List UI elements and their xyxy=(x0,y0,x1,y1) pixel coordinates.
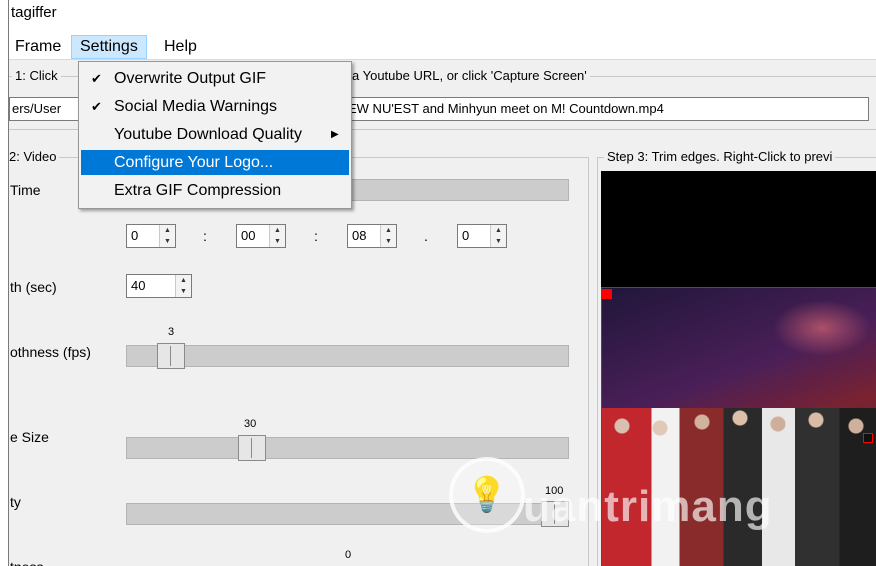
spin-arrows-icon[interactable]: ▲ ▼ xyxy=(380,225,396,247)
crop-handle-right[interactable] xyxy=(863,433,873,443)
menu-item-label: Social Media Warnings xyxy=(114,98,278,115)
smoothness-value: 3 xyxy=(168,326,175,338)
time-separator: : xyxy=(314,228,318,244)
tagiffer-window: tagiffer Frame Settings Help 1: Click a … xyxy=(8,0,876,566)
watermark-logo-icon: 💡 xyxy=(449,457,525,533)
size-thumb[interactable] xyxy=(238,435,266,461)
smoothness-slider[interactable] xyxy=(126,343,569,369)
menu-item-youtube-download-quality[interactable]: Youtube Download Quality ▶ xyxy=(81,122,349,147)
window-title: tagiffer xyxy=(11,4,57,21)
smoothness-label: othness (fps) xyxy=(10,344,91,360)
video-path-filename: EW NU'EST and Minhyun meet on M! Countdo… xyxy=(348,101,664,116)
submenu-arrow-icon: ▶ xyxy=(331,129,339,140)
time-fraction-value: 0 xyxy=(462,228,470,243)
spin-arrows-icon[interactable]: ▲ ▼ xyxy=(175,275,191,297)
menu-item-label: Youtube Download Quality xyxy=(114,126,302,143)
spin-arrows-icon[interactable]: ▲ ▼ xyxy=(490,225,506,247)
menu-item-label: Overwrite Output GIF xyxy=(114,70,267,87)
quality-label: ty xyxy=(10,494,21,510)
step2-title: 2: Video xyxy=(9,149,60,164)
spin-arrows-icon[interactable]: ▲ ▼ xyxy=(269,225,285,247)
menu-help[interactable]: Help xyxy=(155,35,206,59)
start-time-label: Time xyxy=(10,182,41,198)
menu-frame[interactable]: Frame xyxy=(9,35,70,59)
time-separator: : xyxy=(203,228,207,244)
length-spinner[interactable]: 40 ▲ ▼ xyxy=(126,274,192,298)
menu-item-overwrite-output-gif[interactable]: ✔ Overwrite Output GIF xyxy=(81,66,349,91)
time-minutes-spinner[interactable]: 00 ▲ ▼ xyxy=(236,224,286,248)
length-label: th (sec) xyxy=(10,279,57,295)
menu-item-social-media-warnings[interactable]: ✔ Social Media Warnings xyxy=(81,94,349,119)
length-value: 40 xyxy=(131,278,146,293)
video-path-prefix: ers/User xyxy=(12,101,62,116)
menu-bar: Frame Settings Help xyxy=(9,34,876,60)
time-seconds-spinner[interactable]: 08 ▲ ▼ xyxy=(347,224,397,248)
menu-item-extra-gif-compression[interactable]: Extra GIF Compression xyxy=(81,178,349,203)
spin-arrows-icon[interactable]: ▲ ▼ xyxy=(159,225,175,247)
time-hours-spinner[interactable]: 0 ▲ ▼ xyxy=(126,224,176,248)
menu-item-label: Configure Your Logo... xyxy=(114,154,274,171)
step1-title-prefix: 1: Click xyxy=(12,68,61,83)
crop-handle-top-left[interactable] xyxy=(602,289,612,299)
last-slider-value: 0 xyxy=(345,549,352,561)
title-bar: tagiffer xyxy=(9,0,876,34)
menu-item-configure-your-logo[interactable]: Configure Your Logo... xyxy=(81,150,349,175)
smoothness-thumb[interactable] xyxy=(157,343,185,369)
checkmark-icon: ✔ xyxy=(91,71,102,86)
checkmark-icon: ✔ xyxy=(91,99,102,114)
time-minutes-value: 00 xyxy=(241,228,256,243)
size-label: e Size xyxy=(10,429,49,445)
size-value: 30 xyxy=(244,418,257,430)
time-fraction-spinner[interactable]: 0 ▲ ▼ xyxy=(457,224,507,248)
lightbulb-icon: 💡 xyxy=(465,476,509,514)
menu-settings[interactable]: Settings xyxy=(71,35,147,59)
watermark-text: uantrimang xyxy=(523,482,773,531)
time-seconds-value: 08 xyxy=(352,228,367,243)
time-hours-value: 0 xyxy=(131,228,139,243)
time-separator: . xyxy=(424,228,428,244)
settings-dropdown-menu: ✔ Overwrite Output GIF ✔ Social Media Wa… xyxy=(78,61,352,209)
step1-title-suffix: a Youtube URL, or click 'Capture Screen' xyxy=(349,68,590,83)
last-slider-label: tness xyxy=(10,559,43,566)
size-slider[interactable] xyxy=(126,435,569,461)
step3-title: Step 3: Trim edges. Right-Click to previ xyxy=(604,149,836,164)
menu-item-label: Extra GIF Compression xyxy=(114,182,282,199)
